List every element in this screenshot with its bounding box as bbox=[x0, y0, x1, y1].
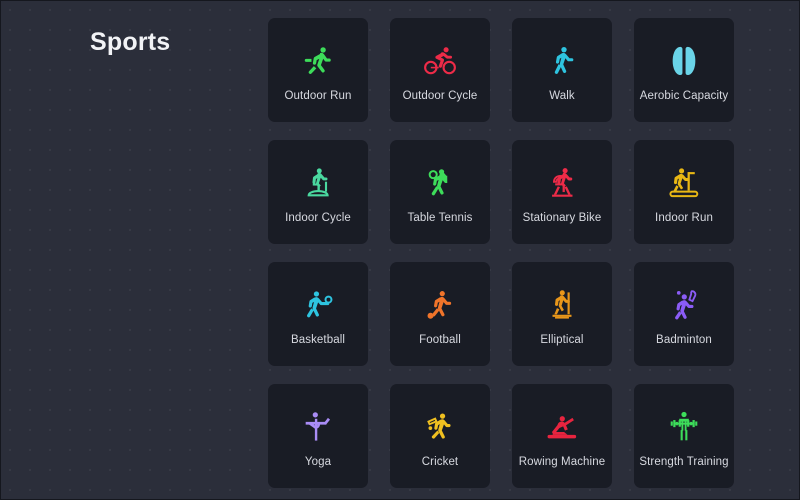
sports-page: Sports Outdoor Run Outdoor Cycle Walk Aerob… bbox=[0, 0, 800, 500]
sport-card-outdoor-cycle[interactable]: Outdoor Cycle bbox=[390, 18, 490, 122]
sport-card-label: Basketball bbox=[290, 334, 346, 347]
page-title: Sports bbox=[90, 28, 171, 56]
yoga-pose-icon bbox=[298, 407, 338, 447]
sport-card-label: Stationary Bike bbox=[522, 212, 602, 225]
sport-card-badminton[interactable]: Badminton bbox=[634, 262, 734, 366]
sport-card-label: Badminton bbox=[656, 334, 712, 347]
sport-card-stationary-bike[interactable]: Stationary Bike bbox=[512, 140, 612, 244]
treadmill-icon bbox=[664, 163, 704, 203]
sport-card-table-tennis[interactable]: Table Tennis bbox=[390, 140, 490, 244]
sport-card-label: Outdoor Cycle bbox=[402, 90, 478, 103]
sport-card-football[interactable]: Football bbox=[390, 262, 490, 366]
barbell-lifter-icon bbox=[664, 407, 704, 447]
table-tennis-player-icon bbox=[420, 163, 460, 203]
sport-card-elliptical[interactable]: Elliptical bbox=[512, 262, 612, 366]
sport-card-label: Table Tennis bbox=[407, 212, 473, 225]
sport-card-yoga[interactable]: Yoga bbox=[268, 384, 368, 488]
sport-card-cricket[interactable]: Cricket bbox=[390, 384, 490, 488]
walking-person-icon bbox=[542, 41, 582, 81]
sport-card-aerobic-capacity[interactable]: Aerobic Capacity bbox=[634, 18, 734, 122]
football-player-icon bbox=[420, 285, 460, 325]
sport-card-label: Indoor Cycle bbox=[285, 212, 351, 225]
sport-card-outdoor-run[interactable]: Outdoor Run bbox=[268, 18, 368, 122]
sport-card-label: Aerobic Capacity bbox=[639, 90, 729, 103]
sport-card-rowing-machine[interactable]: Rowing Machine bbox=[512, 384, 612, 488]
elliptical-machine-icon bbox=[542, 285, 582, 325]
sport-card-label: Outdoor Run bbox=[284, 90, 352, 103]
sport-card-label: Yoga bbox=[304, 456, 332, 469]
cyclist-icon bbox=[420, 41, 460, 81]
sport-card-strength-training[interactable]: Strength Training bbox=[634, 384, 734, 488]
basketball-player-icon bbox=[298, 285, 338, 325]
sport-card-indoor-cycle[interactable]: Indoor Cycle bbox=[268, 140, 368, 244]
running-person-icon bbox=[298, 41, 338, 81]
sport-card-label: Rowing Machine bbox=[518, 456, 606, 469]
sports-card-grid: Outdoor Run Outdoor Cycle Walk Aerobic Capa… bbox=[268, 18, 734, 488]
sport-card-indoor-run[interactable]: Indoor Run bbox=[634, 140, 734, 244]
sport-card-label: Strength Training bbox=[639, 456, 729, 469]
badminton-player-icon bbox=[664, 285, 704, 325]
sport-card-label: Indoor Run bbox=[655, 212, 713, 225]
stationary-bike-icon bbox=[542, 163, 582, 203]
title-area: Sports bbox=[1, 1, 266, 499]
sport-card-walk[interactable]: Walk bbox=[512, 18, 612, 122]
lungs-icon bbox=[664, 41, 704, 81]
sport-card-label: Walk bbox=[549, 90, 575, 103]
sport-card-basketball[interactable]: Basketball bbox=[268, 262, 368, 366]
sport-card-label: Football bbox=[419, 334, 461, 347]
cricket-player-icon bbox=[420, 407, 460, 447]
indoor-cycle-icon bbox=[298, 163, 338, 203]
rowing-machine-icon bbox=[542, 407, 582, 447]
sport-card-label: Cricket bbox=[421, 456, 459, 469]
sport-card-label: Elliptical bbox=[540, 334, 584, 347]
